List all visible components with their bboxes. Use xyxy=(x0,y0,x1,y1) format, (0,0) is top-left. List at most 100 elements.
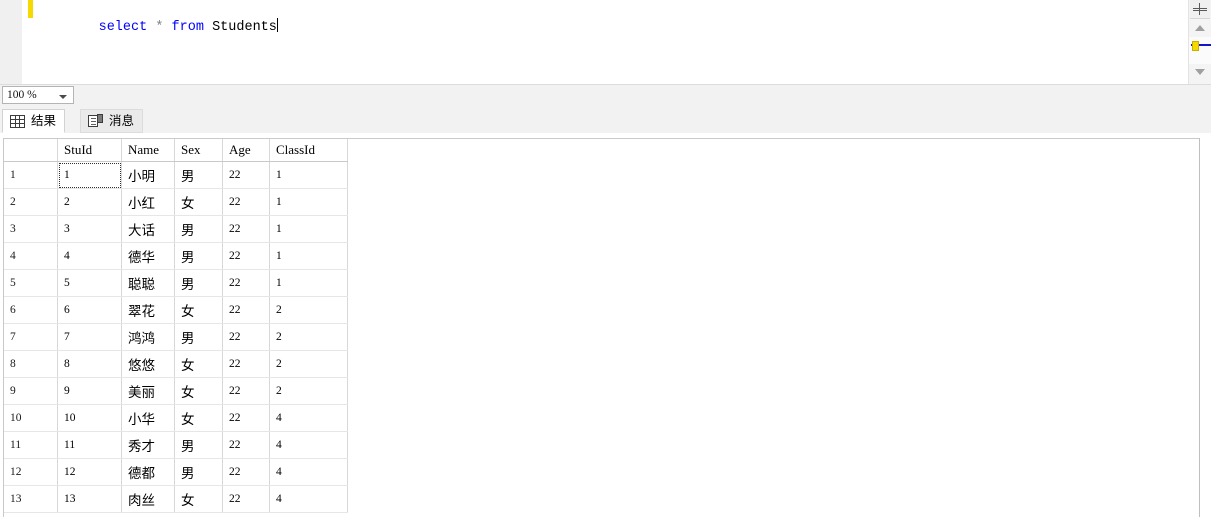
cell-age[interactable]: 22 xyxy=(222,188,270,216)
table-row[interactable]: 4 4 德华男 22 1 xyxy=(4,242,348,270)
cell-classid[interactable]: 1 xyxy=(269,188,348,216)
table-row[interactable]: 3 3 大话男 22 1 xyxy=(4,215,348,243)
cell-sex[interactable]: 女 xyxy=(174,296,223,324)
cell-age[interactable]: 22 xyxy=(222,458,270,486)
column-header-sex[interactable]: Sex xyxy=(174,139,223,162)
cell-stuid[interactable]: 5 xyxy=(57,269,122,297)
cell-classid[interactable]: 1 xyxy=(269,215,348,243)
cell-stuid[interactable]: 7 xyxy=(57,323,122,351)
tab-results[interactable]: 结果 xyxy=(2,109,66,133)
cell-classid[interactable]: 1 xyxy=(269,269,348,297)
cell-stuid[interactable]: 2 xyxy=(57,188,122,216)
chevron-down-icon[interactable] xyxy=(59,95,67,99)
cell-sex[interactable]: 男 xyxy=(174,161,223,189)
table-row[interactable]: 5 5 聪聪男 22 1 xyxy=(4,269,348,297)
cell-age[interactable]: 22 xyxy=(222,161,270,189)
cell-sex[interactable]: 男 xyxy=(174,458,223,486)
table-row[interactable]: 12 12 德都男 22 4 xyxy=(4,458,348,486)
cell-sex[interactable]: 男 xyxy=(174,323,223,351)
cell-rownum[interactable]: 11 xyxy=(4,431,58,459)
cell-rownum[interactable]: 2 xyxy=(4,188,58,216)
cell-rownum[interactable]: 6 xyxy=(4,296,58,324)
cell-name[interactable]: 美丽 xyxy=(121,377,175,405)
cell-rownum[interactable]: 1 xyxy=(4,161,58,189)
cell-stuid[interactable]: 8 xyxy=(57,350,122,378)
cell-sex[interactable]: 女 xyxy=(174,188,223,216)
cell-stuid[interactable]: 13 xyxy=(57,485,122,513)
cell-stuid[interactable]: 3 xyxy=(57,215,122,243)
cell-age[interactable]: 22 xyxy=(222,296,270,324)
table-row[interactable]: 2 2 小红女 22 1 xyxy=(4,188,348,216)
cell-rownum[interactable]: 10 xyxy=(4,404,58,432)
cell-rownum[interactable]: 8 xyxy=(4,350,58,378)
cell-rownum[interactable]: 9 xyxy=(4,377,58,405)
cell-name[interactable]: 悠悠 xyxy=(121,350,175,378)
cell-age[interactable]: 22 xyxy=(222,377,270,405)
table-row[interactable]: 10 10 小华女 22 4 xyxy=(4,404,348,432)
cell-age[interactable]: 22 xyxy=(222,242,270,270)
cell-sex[interactable]: 男 xyxy=(174,269,223,297)
cell-sex[interactable]: 女 xyxy=(174,350,223,378)
cell-name[interactable]: 翠花 xyxy=(121,296,175,324)
column-header-stuid[interactable]: StuId xyxy=(57,139,122,162)
cell-age[interactable]: 22 xyxy=(222,404,270,432)
cell-age[interactable]: 22 xyxy=(222,431,270,459)
scroll-down-arrow-icon[interactable] xyxy=(1189,64,1211,81)
table-row[interactable]: 11 11 秀才男 22 4 xyxy=(4,431,348,459)
cell-name[interactable]: 小华 xyxy=(121,404,175,432)
cell-rownum[interactable]: 13 xyxy=(4,485,58,513)
cell-name[interactable]: 小红 xyxy=(121,188,175,216)
cell-rownum[interactable]: 7 xyxy=(4,323,58,351)
cell-name[interactable]: 大话 xyxy=(121,215,175,243)
table-row[interactable]: 9 9 美丽女 22 2 xyxy=(4,377,348,405)
cell-stuid[interactable]: 9 xyxy=(57,377,122,405)
cell-rownum[interactable]: 4 xyxy=(4,242,58,270)
column-header-age[interactable]: Age xyxy=(222,139,270,162)
cell-stuid[interactable]: 10 xyxy=(57,404,122,432)
cell-classid[interactable]: 1 xyxy=(269,242,348,270)
cell-classid[interactable]: 4 xyxy=(269,431,348,459)
cell-classid[interactable]: 2 xyxy=(269,377,348,405)
cell-age[interactable]: 22 xyxy=(222,323,270,351)
column-header-name[interactable]: Name xyxy=(121,139,175,162)
cell-name[interactable]: 秀才 xyxy=(121,431,175,459)
zoom-level-combobox[interactable]: 100 % xyxy=(2,86,74,104)
scroll-up-arrow-icon[interactable] xyxy=(1189,20,1211,37)
cell-name[interactable]: 德都 xyxy=(121,458,175,486)
cell-classid[interactable]: 4 xyxy=(269,458,348,486)
cell-name[interactable]: 德华 xyxy=(121,242,175,270)
cell-sex[interactable]: 女 xyxy=(174,377,223,405)
cell-name[interactable]: 肉丝 xyxy=(121,485,175,513)
cell-name[interactable]: 小明 xyxy=(121,161,175,189)
cell-age[interactable]: 22 xyxy=(222,215,270,243)
cell-age[interactable]: 22 xyxy=(222,485,270,513)
table-row[interactable]: 13 13 肉丝女 22 4 xyxy=(4,485,348,513)
table-row[interactable]: 8 8 悠悠女 22 2 xyxy=(4,350,348,378)
cell-rownum[interactable]: 12 xyxy=(4,458,58,486)
cell-classid[interactable]: 2 xyxy=(269,350,348,378)
cell-age[interactable]: 22 xyxy=(222,269,270,297)
cell-sex[interactable]: 男 xyxy=(174,242,223,270)
cell-name[interactable]: 鸿鸿 xyxy=(121,323,175,351)
cell-sex[interactable]: 男 xyxy=(174,215,223,243)
table-row[interactable]: 1 1 小明男 22 1 xyxy=(4,161,348,189)
cell-classid[interactable]: 4 xyxy=(269,404,348,432)
cell-rownum[interactable]: 3 xyxy=(4,215,58,243)
cell-stuid[interactable]: 12 xyxy=(57,458,122,486)
cell-classid[interactable]: 1 xyxy=(269,161,348,189)
table-row[interactable]: 7 7 鸿鸿男 22 2 xyxy=(4,323,348,351)
cell-stuid[interactable]: 4 xyxy=(57,242,122,270)
cell-classid[interactable]: 2 xyxy=(269,323,348,351)
cell-stuid[interactable]: 6 xyxy=(57,296,122,324)
cell-stuid[interactable]: 11 xyxy=(57,431,122,459)
cell-sex[interactable]: 女 xyxy=(174,485,223,513)
sql-editor-pane[interactable]: select * from Students xyxy=(0,0,1211,84)
cell-stuid[interactable]: 1 xyxy=(57,161,122,189)
cell-classid[interactable]: 4 xyxy=(269,485,348,513)
tab-messages[interactable]: 消息 xyxy=(80,109,144,133)
cell-age[interactable]: 22 xyxy=(222,350,270,378)
results-grid[interactable]: StuId Name Sex Age ClassId 1 1 小明男 22 1 2 2 小红女… xyxy=(3,138,1200,517)
table-row[interactable]: 6 6 翠花女 22 2 xyxy=(4,296,348,324)
cell-sex[interactable]: 女 xyxy=(174,404,223,432)
editor-vertical-scrollbar[interactable] xyxy=(1188,0,1211,84)
